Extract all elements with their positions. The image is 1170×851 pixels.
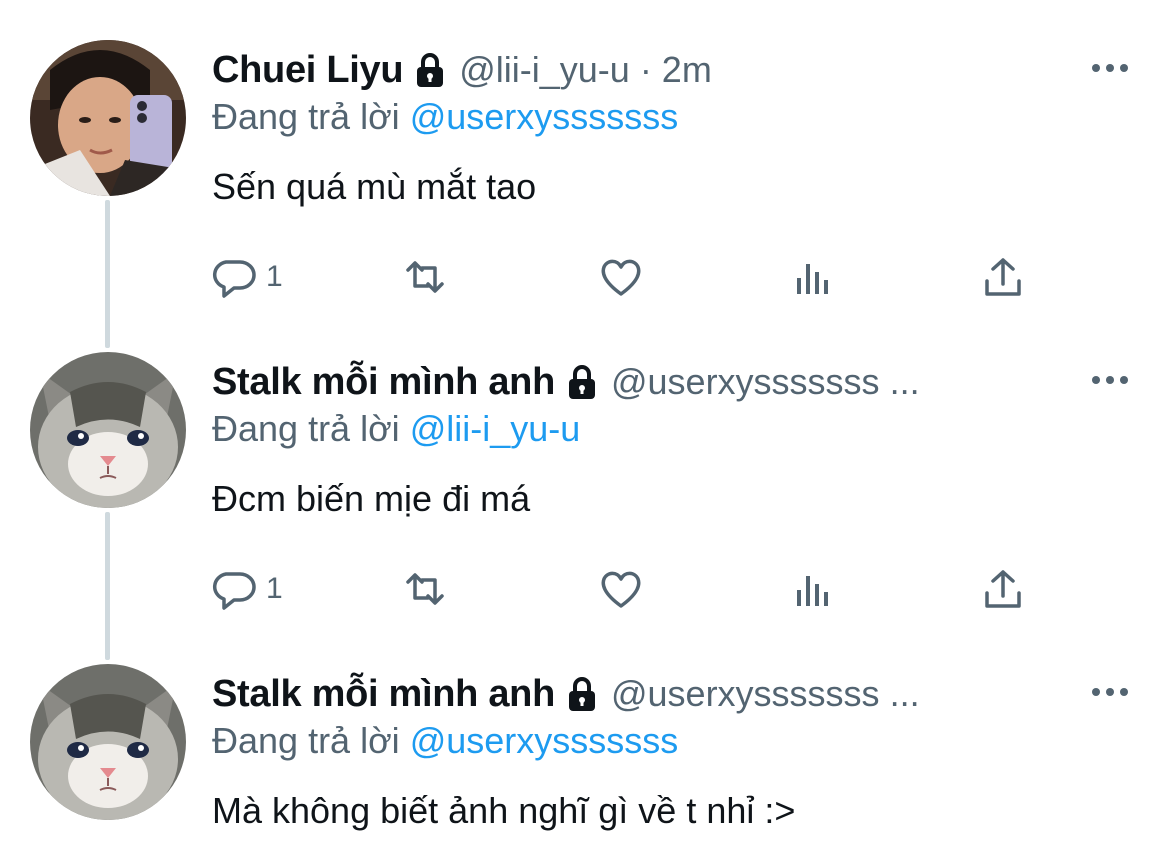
like-icon bbox=[601, 571, 641, 608]
reply-prefix: Đang trả lời bbox=[212, 408, 400, 449]
retweet-button[interactable] bbox=[402, 252, 448, 302]
avatar[interactable] bbox=[30, 40, 186, 196]
share-button[interactable] bbox=[980, 564, 1026, 614]
analytics-button[interactable] bbox=[790, 252, 836, 302]
reply-context: Đang trả lời @userxysssssss bbox=[212, 96, 678, 138]
lock-icon bbox=[568, 677, 595, 711]
more-icon[interactable] bbox=[1090, 682, 1130, 702]
tweet-header: Stalk mỗi mình anh @userxysssssss ... bbox=[212, 668, 920, 720]
analytics-button[interactable] bbox=[790, 564, 836, 614]
handle[interactable]: @userxysssssss ... bbox=[611, 361, 920, 403]
tweet-actions: 1 bbox=[212, 252, 1032, 302]
avatar[interactable] bbox=[30, 352, 186, 508]
like-button[interactable] bbox=[598, 252, 644, 302]
tweet-header: Chuei Liyu @lii-i_yu-u · 2m bbox=[212, 44, 712, 96]
reply-mention-link[interactable]: @lii-i_yu-u bbox=[410, 408, 581, 449]
display-name[interactable]: Chuei Liyu bbox=[212, 49, 404, 92]
share-button[interactable] bbox=[980, 252, 1026, 302]
lock-icon bbox=[417, 53, 444, 87]
reply-button[interactable]: 1 bbox=[212, 252, 283, 302]
reply-count: 1 bbox=[266, 572, 283, 605]
reply-prefix: Đang trả lời bbox=[212, 96, 400, 137]
retweet-button[interactable] bbox=[402, 564, 448, 614]
handle-and-time[interactable]: @lii-i_yu-u · 2m bbox=[459, 49, 712, 91]
tweet-text: Sến quá mù mắt tao bbox=[212, 166, 537, 207]
tweet-1[interactable]: Chuei Liyu @lii-i_yu-u · 2m Đang trả lời… bbox=[0, 40, 1170, 324]
tweet-header: Stalk mỗi mình anh @userxysssssss ... bbox=[212, 356, 920, 408]
reply-mention-link[interactable]: @userxysssssss bbox=[410, 96, 679, 137]
reply-context: Đang trả lời @userxysssssss bbox=[212, 720, 678, 762]
analytics-icon bbox=[797, 576, 828, 606]
share-icon bbox=[985, 258, 1021, 296]
crying-cat-avatar bbox=[30, 352, 186, 508]
avatar[interactable] bbox=[30, 664, 186, 820]
crying-cat-avatar bbox=[30, 664, 186, 820]
more-icon[interactable] bbox=[1090, 370, 1130, 390]
reply-icon bbox=[212, 572, 256, 610]
share-icon bbox=[985, 570, 1021, 608]
analytics-icon bbox=[797, 264, 828, 294]
retweet-icon bbox=[406, 261, 444, 293]
tweet-2[interactable]: Stalk mỗi mình anh @userxysssssss ... Đa… bbox=[0, 352, 1170, 636]
reply-icon bbox=[212, 260, 256, 298]
reply-prefix: Đang trả lời bbox=[212, 720, 400, 761]
reply-context: Đang trả lời @lii-i_yu-u bbox=[212, 408, 580, 450]
more-icon[interactable] bbox=[1090, 58, 1130, 78]
display-name[interactable]: Stalk mỗi mình anh bbox=[212, 361, 555, 404]
reply-button[interactable]: 1 bbox=[212, 564, 283, 614]
person-selfie-avatar bbox=[30, 40, 186, 196]
display-name[interactable]: Stalk mỗi mình anh bbox=[212, 673, 555, 716]
tweet-text: Đcm biến mịe đi má bbox=[212, 478, 531, 519]
tweet-actions: 1 bbox=[212, 564, 1032, 614]
handle[interactable]: @userxysssssss ... bbox=[611, 673, 920, 715]
like-button[interactable] bbox=[598, 564, 644, 614]
tweet-text: Mà không biết ảnh nghĩ gì về t nhỉ :> bbox=[212, 790, 796, 831]
lock-icon bbox=[568, 365, 595, 399]
like-icon bbox=[601, 259, 641, 296]
reply-mention-link[interactable]: @userxysssssss bbox=[410, 720, 679, 761]
retweet-icon bbox=[406, 573, 444, 605]
reply-count: 1 bbox=[266, 260, 283, 293]
tweet-3[interactable]: Stalk mỗi mình anh @userxysssssss ... Đa… bbox=[0, 664, 1170, 851]
